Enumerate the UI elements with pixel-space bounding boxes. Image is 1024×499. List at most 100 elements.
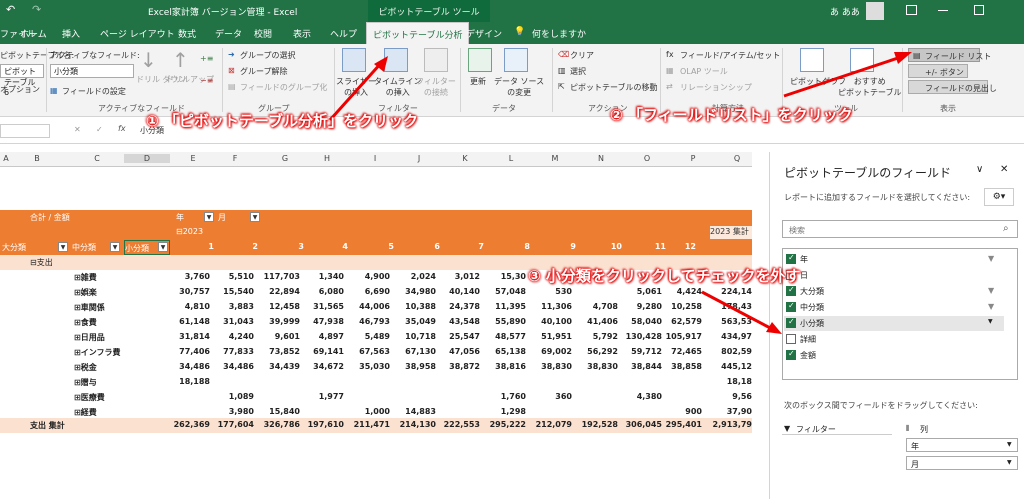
table-cell[interactable]: 67,130	[398, 347, 436, 356]
field-checkbox[interactable]	[786, 317, 796, 328]
tab-design[interactable]: デザイン	[466, 27, 502, 40]
pane-options-chevron-icon[interactable]: ∨	[976, 164, 983, 175]
table-cell[interactable]: 5,792	[580, 332, 618, 341]
gear-icon[interactable]: ⚙▾	[984, 188, 1014, 206]
table-cell[interactable]: 4,810	[172, 302, 210, 311]
row-total[interactable]: 18,18	[704, 377, 752, 386]
table-cell[interactable]: 1,340	[306, 272, 344, 281]
table-cell[interactable]: 4,240	[216, 332, 254, 341]
table-cell[interactable]: 4,897	[306, 332, 344, 341]
column-header[interactable]: L	[504, 154, 518, 163]
table-cell[interactable]: 11,395	[488, 302, 526, 311]
ungroup-button[interactable]: グループ解除	[240, 66, 288, 77]
table-cell[interactable]: 9,280	[624, 302, 662, 311]
table-cell[interactable]: 12,458	[262, 302, 300, 311]
table-cell[interactable]: 4,900	[352, 272, 390, 281]
table-cell[interactable]: 69,141	[306, 347, 344, 356]
column-header[interactable]: O	[640, 154, 654, 163]
table-cell[interactable]: 1,760	[488, 392, 526, 401]
row-total[interactable]: 445,12	[704, 362, 752, 371]
table-cell[interactable]: 38,830	[534, 362, 572, 371]
table-cell[interactable]: 38,958	[398, 362, 436, 371]
table-cell[interactable]: 10,718	[398, 332, 436, 341]
table-cell[interactable]: 34,672	[306, 362, 344, 371]
column-header[interactable]: I	[368, 154, 382, 163]
column-header[interactable]: F	[228, 154, 242, 163]
table-cell[interactable]: 40,140	[442, 287, 480, 296]
field-item[interactable]: 金額	[784, 348, 1004, 363]
fields-items-icon[interactable]: fx	[666, 50, 674, 59]
field-item[interactable]: 詳細	[784, 332, 1004, 347]
table-cell[interactable]: 15,840	[262, 407, 300, 416]
relationships-button[interactable]: リレーションシップ	[680, 82, 752, 93]
year-value[interactable]: ⊟2023	[176, 227, 203, 236]
tab-data[interactable]: データ	[215, 27, 242, 40]
undo-icon[interactable]: ↶	[6, 3, 15, 16]
table-cell[interactable]: 39,999	[262, 317, 300, 326]
filter-connection-icon[interactable]	[424, 48, 448, 72]
column-header[interactable]: J	[412, 154, 426, 163]
tab-formulas[interactable]: 数式	[178, 27, 196, 40]
column-header[interactable]: G	[278, 154, 292, 163]
minimize-icon[interactable]	[938, 10, 948, 11]
grand-total-cell[interactable]: 212,079	[534, 420, 572, 429]
table-cell[interactable]: 38,872	[442, 362, 480, 371]
restore-icon[interactable]	[974, 5, 984, 15]
table-cell[interactable]: 38,830	[580, 362, 618, 371]
fields-items-sets-button[interactable]: フィールド/アイテム/セット	[680, 50, 780, 61]
table-cell[interactable]: 30,757	[172, 287, 210, 296]
field-headers-toggle[interactable]: フィールドの見出し	[908, 80, 997, 94]
table-cell[interactable]: 4,708	[580, 302, 618, 311]
column-header[interactable]: D	[124, 154, 170, 163]
row-label[interactable]: ⊞経費	[74, 407, 97, 418]
tab-review[interactable]: 校閲	[254, 27, 272, 40]
table-cell[interactable]: 117,703	[262, 272, 300, 281]
table-cell[interactable]: 47,938	[306, 317, 344, 326]
field-checkbox[interactable]	[786, 285, 796, 296]
table-cell[interactable]: 56,292	[580, 347, 618, 356]
table-cell[interactable]: 130,428	[624, 332, 662, 341]
grand-total-cell[interactable]: 326,786	[262, 420, 300, 429]
table-cell[interactable]: 65,138	[488, 347, 526, 356]
field-dropdown-icon[interactable]: ▼	[988, 318, 993, 325]
group-selection-icon[interactable]: ➜	[228, 50, 235, 59]
move-pivot-button[interactable]: ピボットテーブルの移動	[570, 82, 658, 93]
clear-icon[interactable]: ⌫	[558, 50, 569, 59]
active-field-input[interactable]: 小分類	[50, 64, 134, 78]
column-header[interactable]: Q	[730, 154, 744, 163]
name-box[interactable]	[0, 124, 50, 138]
table-cell[interactable]: 10,388	[398, 302, 436, 311]
field-item[interactable]: 日	[784, 268, 1004, 283]
table-cell[interactable]: 48,577	[488, 332, 526, 341]
column-header[interactable]: H	[320, 154, 334, 163]
change-data-source-button[interactable]: データ ソース の変更	[494, 76, 544, 98]
olap-tools-button[interactable]: OLAP ツール	[680, 66, 728, 77]
cancel-icon[interactable]: ✕	[74, 125, 81, 134]
clear-button[interactable]: クリア	[570, 50, 594, 61]
table-cell[interactable]: 38,816	[488, 362, 526, 371]
grand-total-cell[interactable]: 306,045	[624, 420, 662, 429]
column-header[interactable]: N	[594, 154, 608, 163]
row-label[interactable]: ⊞日用品	[74, 332, 105, 343]
field-filter-icon[interactable]: ▼	[988, 286, 994, 295]
grand-total-cell[interactable]: 197,610	[306, 420, 344, 429]
table-cell[interactable]: 34,486	[172, 362, 210, 371]
table-cell[interactable]: 58,040	[624, 317, 662, 326]
pivot-name-input[interactable]: ピボットテーブル6	[0, 64, 44, 97]
table-cell[interactable]: 31,814	[172, 332, 210, 341]
table-cell[interactable]: 51,951	[534, 332, 572, 341]
table-cell[interactable]: 3,760	[172, 272, 210, 281]
minor-filter-icon[interactable]: ▼	[158, 242, 168, 252]
column-header[interactable]: B	[30, 154, 44, 163]
filter-connections-button[interactable]: フィルター の接続	[416, 76, 456, 98]
year-filter-icon[interactable]: ▼	[204, 212, 214, 222]
table-cell[interactable]: 5,061	[624, 287, 662, 296]
row-total[interactable]: 37,90	[704, 407, 752, 416]
grand-total-cell[interactable]: 214,130	[398, 420, 436, 429]
group-selection-button[interactable]: グループの選択	[240, 50, 296, 61]
field-settings-icon[interactable]: ▦	[50, 86, 58, 95]
column-header[interactable]: P	[686, 154, 700, 163]
row-label[interactable]: ⊞娯楽	[74, 287, 97, 298]
table-cell[interactable]: 59,712	[624, 347, 662, 356]
column-header[interactable]: E	[186, 154, 200, 163]
